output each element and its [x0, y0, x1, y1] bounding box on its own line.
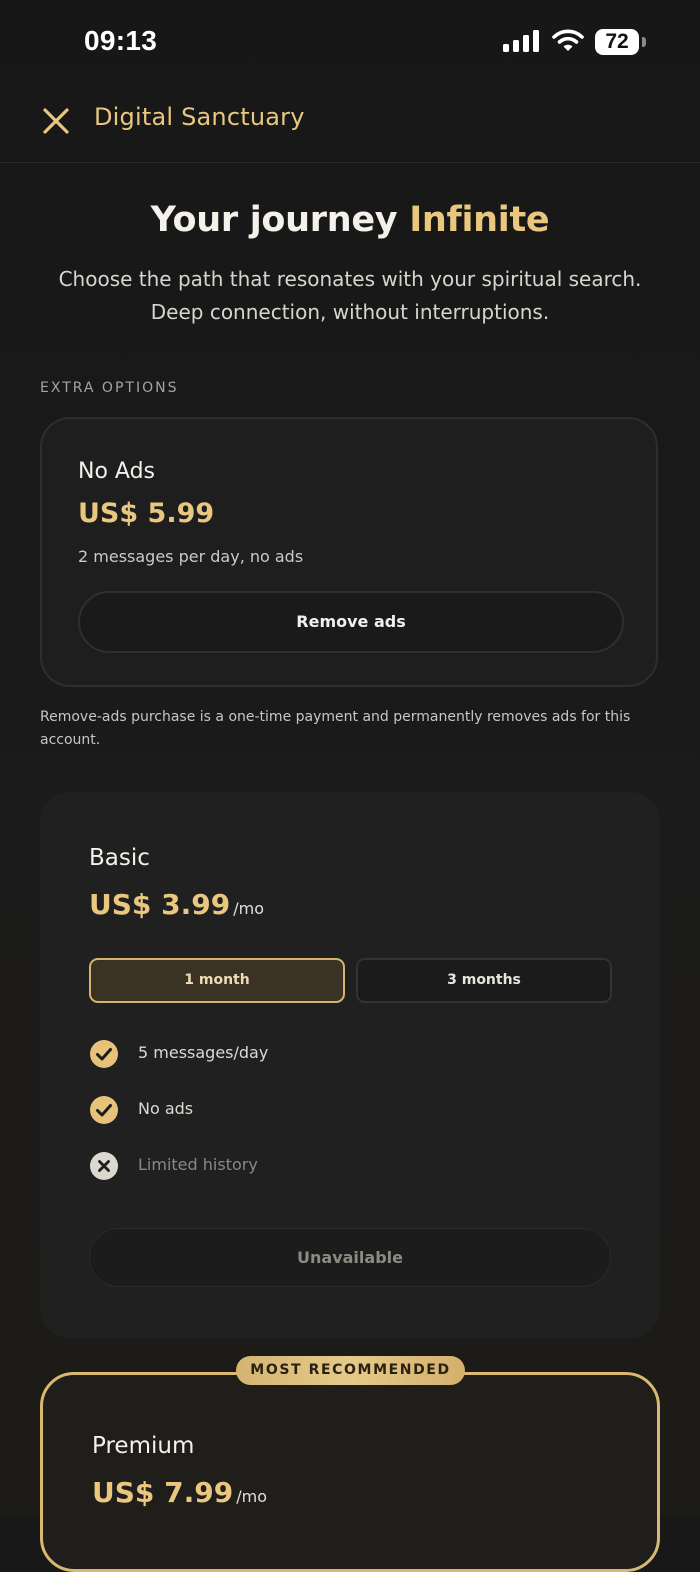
close-icon[interactable] — [40, 105, 72, 137]
no-ads-title: No Ads — [78, 459, 155, 484]
wifi-icon — [552, 29, 584, 51]
battery-icon: 72 — [595, 29, 639, 55]
page-title-accent: Infinite — [409, 200, 550, 240]
status-bar: 09:13 72 — [0, 0, 700, 84]
plan-price: US$ 7.99/mo — [92, 1476, 267, 1509]
status-time: 09:13 — [84, 25, 158, 56]
check-circle-icon — [90, 1096, 118, 1124]
feature-text: Limited history — [138, 1155, 258, 1174]
section-label-extra-options: EXTRA OPTIONS — [40, 380, 179, 396]
header: Digital Sanctuary — [0, 84, 700, 163]
plan-price-period: /mo — [233, 899, 264, 918]
plan-card-basic: Basic US$ 3.99/mo 1 month 3 months 5 mes… — [40, 792, 660, 1338]
unavailable-button: Unavailable — [89, 1228, 611, 1287]
remove-ads-button[interactable]: Remove ads — [78, 591, 624, 653]
x-circle-icon — [90, 1152, 118, 1180]
most-recommended-badge: MOST RECOMMENDED — [236, 1356, 465, 1385]
plan-price-amount: US$ 7.99 — [92, 1476, 234, 1509]
remove-ads-note: Remove-ads purchase is a one-time paymen… — [40, 709, 631, 748]
plan-price-period: /mo — [236, 1487, 267, 1506]
plan-name: Basic — [89, 845, 150, 871]
period-option-1-month[interactable]: 1 month — [89, 958, 345, 1003]
no-ads-description: 2 messages per day, no ads — [78, 547, 304, 566]
signal-icon — [503, 30, 539, 52]
plan-name: Premium — [92, 1433, 195, 1459]
plan-price-amount: US$ 3.99 — [89, 888, 231, 921]
feature-text: No ads — [138, 1099, 194, 1118]
header-title: Digital Sanctuary — [94, 103, 305, 131]
page-title: Your journey Infinite — [0, 200, 700, 240]
no-ads-price: US$ 5.99 — [78, 498, 215, 529]
page-title-main: Your journey — [150, 200, 398, 240]
plan-price: US$ 3.99/mo — [89, 888, 264, 921]
check-circle-icon — [90, 1040, 118, 1068]
page-subtitle: Choose the path that resonates with your… — [58, 267, 642, 324]
period-option-3-months[interactable]: 3 months — [356, 958, 612, 1003]
plan-card-premium: Premium US$ 7.99/mo — [40, 1372, 660, 1572]
no-ads-card: No Ads US$ 5.99 2 messages per day, no a… — [40, 417, 658, 687]
battery-tip — [642, 37, 646, 47]
feature-text: 5 messages/day — [138, 1043, 269, 1062]
